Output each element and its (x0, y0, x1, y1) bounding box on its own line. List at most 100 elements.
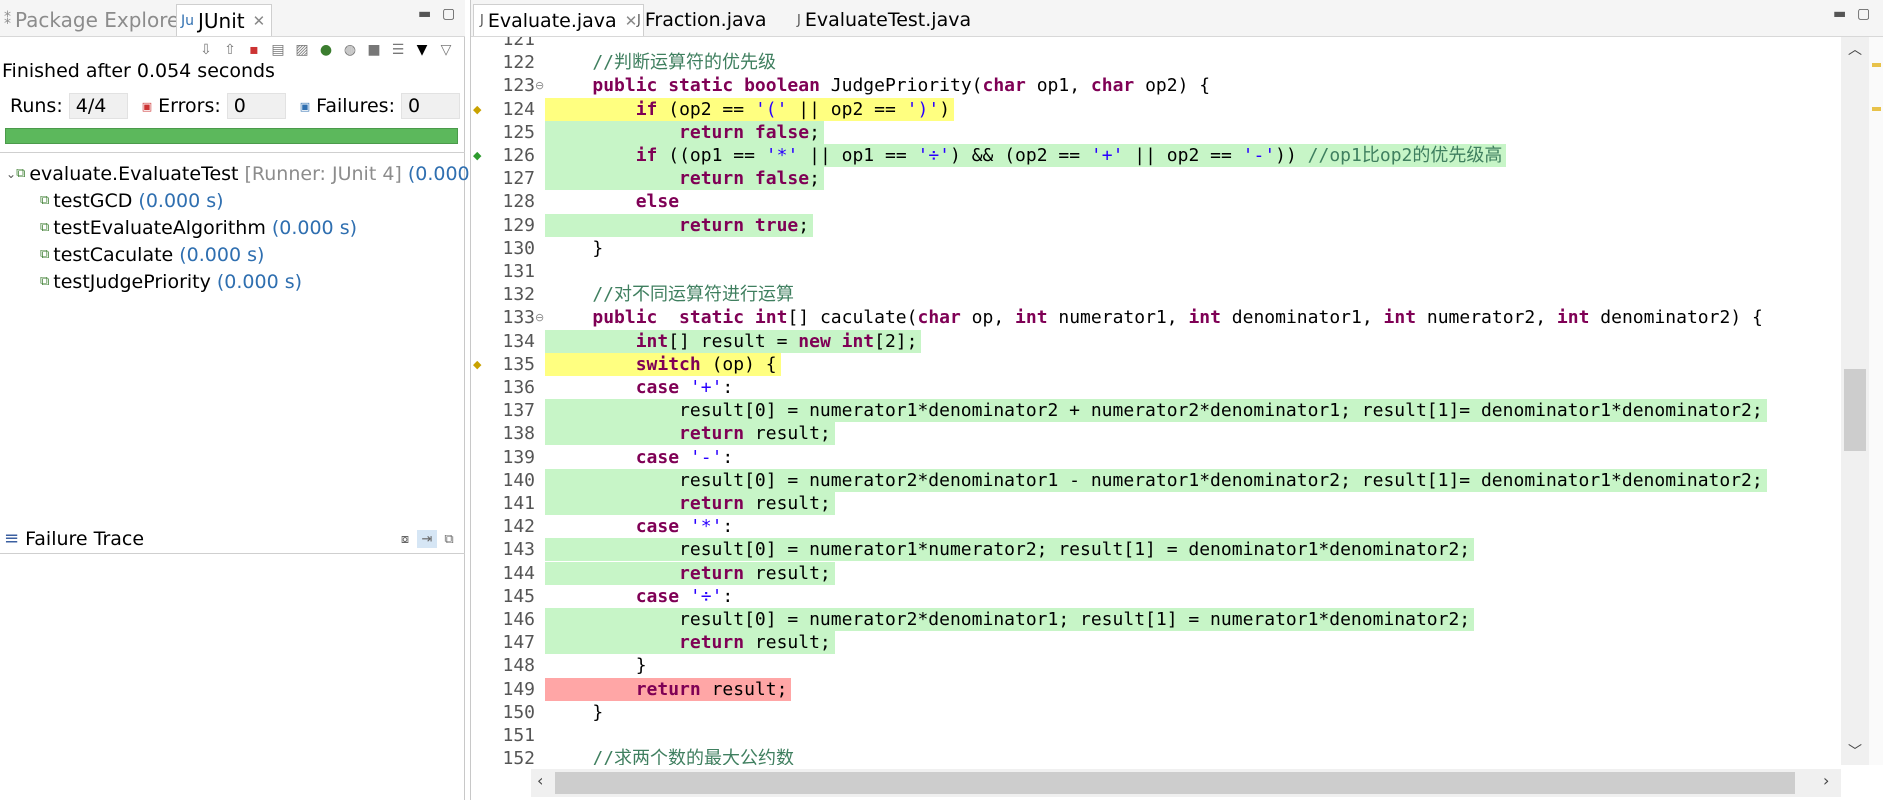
tab-label: JUnit (198, 8, 245, 33)
code-line[interactable]: 138 return result; (471, 422, 1841, 446)
history-dropdown-icon[interactable]: ▼ (411, 39, 433, 61)
code-token: ; (809, 168, 820, 190)
compare-result-icon[interactable]: ⧇ (395, 530, 415, 548)
copy-trace-icon[interactable]: ⧉ (439, 530, 459, 548)
fold-toggle-icon[interactable]: ⊖ (535, 306, 544, 329)
code-line[interactable]: 139 case '-': (471, 446, 1841, 469)
code-text: return result; (549, 422, 833, 446)
tab-junit[interactable]: Ju JUnit ✕ (176, 4, 273, 36)
line-number: 146 (502, 609, 535, 630)
code-line[interactable]: 143 result[0] = numerator1*numerator2; r… (471, 538, 1841, 562)
test-run-history-icon[interactable]: ☰ (387, 39, 409, 61)
code-line[interactable]: 125 return false; (471, 120, 1841, 144)
code-line[interactable]: 142 case '*': (471, 515, 1841, 538)
scroll-right-icon[interactable]: › (1823, 771, 1829, 790)
test-item[interactable]: ⧉ testEvaluateAlgorithm (0.000 s) (0, 214, 465, 241)
test-item[interactable]: ⧉ testJudgePriority (0.000 s) (0, 268, 465, 295)
fold-toggle-icon[interactable]: ⊖ (535, 74, 544, 97)
failure-icon: ▣ (299, 99, 311, 113)
code-line[interactable]: 144 return result; (471, 561, 1841, 585)
code-line[interactable]: 132 //对不同运算符进行运算 (471, 283, 1841, 306)
scroll-down-icon[interactable]: ﹀ (1841, 741, 1869, 761)
tab-fraction-java[interactable]: J Fraction.java (631, 4, 773, 36)
code-line[interactable]: 148 } (471, 654, 1841, 677)
previous-failure-icon[interactable]: ⇧ (219, 39, 241, 61)
scroll-left-icon[interactable]: ‹ (537, 771, 543, 790)
rerun-test-icon[interactable]: ● (315, 39, 337, 61)
code-token: result; (744, 493, 831, 514)
code-line[interactable]: ◆ 126 if ((op1 == '*' || op1 == '÷') && (… (471, 144, 1841, 167)
maximize-icon[interactable]: ▢ (1857, 6, 1870, 22)
scroll-up-icon[interactable]: ︿ (1841, 39, 1869, 59)
code-line[interactable]: ◆ 135 switch (op) { (471, 352, 1841, 376)
code-line[interactable]: 136 case '+': (471, 376, 1841, 399)
line-number: 135 (502, 353, 535, 375)
code-line[interactable]: 123 ⊖ public static boolean JudgePriority… (471, 74, 1841, 97)
code-line[interactable]: 133 ⊖ public static int[] caculate(char o… (471, 306, 1841, 329)
code-token: case (635, 585, 680, 607)
code-line[interactable]: 128 else (471, 190, 1841, 213)
code-line[interactable]: 137 result[0] = numerator1*denominator2 … (471, 399, 1841, 423)
code-line[interactable]: 150 } (471, 701, 1841, 724)
stop-icon[interactable]: ■ (363, 39, 385, 61)
test-time: (0.000 s) (216, 270, 303, 293)
code-line[interactable]: 147 return result; (471, 631, 1841, 655)
code-token: } (549, 701, 604, 723)
code-line[interactable]: 129 return true; (471, 213, 1841, 237)
filter-stack-icon[interactable]: ⇥ (417, 530, 437, 548)
maximize-icon[interactable]: ▢ (442, 6, 455, 22)
code-token: return (679, 562, 745, 584)
code-line[interactable]: 130 } (471, 237, 1841, 260)
code-line[interactable]: 121 (471, 37, 1841, 51)
tab-package-explorer[interactable]: ⁑ Package Explorer (4, 4, 188, 36)
code-token: '+' (689, 377, 723, 398)
code-line[interactable]: 141 return result; (471, 492, 1841, 515)
test-item[interactable]: ⧉ testCaculate (0.000 s) (0, 241, 465, 268)
view-menu-icon[interactable]: ▽ (435, 39, 457, 61)
code-line[interactable]: 134 int[] result = new int[2]; (471, 329, 1841, 353)
code-area[interactable]: 121 122 //判断运算符的优先级 123 ⊖ public static boo… (471, 37, 1841, 765)
code-token: : (722, 446, 734, 468)
minimize-icon[interactable]: ▬ (1833, 6, 1846, 22)
tree-root-suite[interactable]: ⌄ ⧉ evaluate.EvaluateTest [Runner: JUnit… (0, 160, 493, 187)
vertical-scrollbar[interactable]: ︿ ﹀ (1841, 37, 1869, 765)
code-token: int (1556, 307, 1590, 329)
line-number: 126 (502, 145, 535, 166)
code-token: '(' (754, 98, 788, 120)
ruler-marker[interactable] (1872, 107, 1881, 111)
horizontal-scroll-thumb[interactable] (555, 772, 1795, 794)
next-failure-icon[interactable]: ⇩ (195, 39, 217, 61)
line-number: 141 (502, 493, 535, 514)
chevron-down-icon[interactable]: ⌄ (6, 167, 16, 181)
ruler-marker[interactable] (1872, 63, 1881, 67)
code-line[interactable]: 149 return result; (471, 677, 1841, 701)
code-line[interactable]: 145 case '÷': (471, 585, 1841, 608)
code-line[interactable]: 122 //判断运算符的优先级 (471, 51, 1841, 74)
close-icon[interactable]: ✕ (253, 12, 266, 30)
code-text: result[0] = numerator2*denominator1; res… (549, 608, 1473, 631)
tab-evaluate-java[interactable]: J Evaluate.java ✕ (473, 4, 645, 36)
show-failures-only-icon[interactable]: ▪ (243, 39, 265, 61)
code-line[interactable]: 131 (471, 260, 1841, 283)
tab-evaluatetest-java[interactable]: J EvaluateTest.java (791, 4, 977, 36)
code-line[interactable]: 140 result[0] = numerator2*denominator1 … (471, 468, 1841, 492)
horizontal-scrollbar[interactable]: ‹ › (531, 769, 1841, 797)
line-number: 143 (502, 539, 535, 561)
code-line[interactable]: 127 return false; (471, 167, 1841, 191)
show-skipped-icon[interactable]: ▤ (267, 39, 289, 61)
junit-icon: Ju (181, 12, 195, 29)
code-line[interactable]: 152 //求两个数的最大公约数 (471, 747, 1841, 765)
code-line[interactable]: ◆ 124 if (op2 == '(' || op2 == ')') (471, 97, 1841, 121)
vertical-scroll-thumb[interactable] (1844, 369, 1866, 451)
test-item[interactable]: ⧉ testGCD (0.000 s) (0, 187, 465, 214)
code-line[interactable]: 146 result[0] = numerator2*denominator1;… (471, 608, 1841, 631)
rerun-failed-icon[interactable]: ◍ (339, 39, 361, 61)
code-token: '+' (1090, 145, 1124, 166)
code-line[interactable]: 151 (471, 724, 1841, 747)
scroll-lock-icon[interactable]: ▨ (291, 39, 313, 61)
code-token: result[0] = numerator1*denominator2 + nu… (549, 400, 1763, 422)
minimize-icon[interactable]: ▬ (418, 6, 431, 22)
